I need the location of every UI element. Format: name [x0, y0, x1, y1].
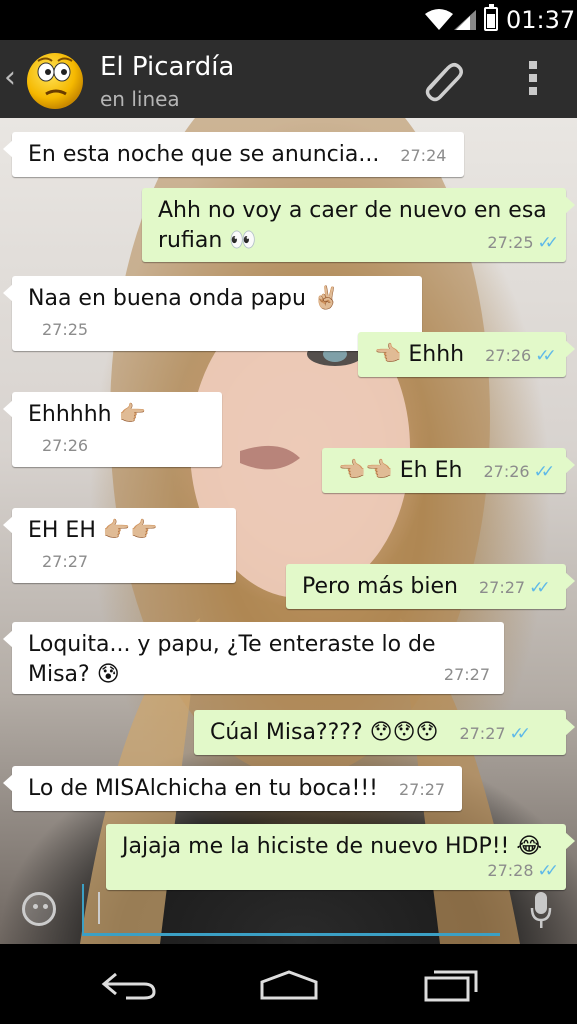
menu-dot [529, 87, 537, 95]
message-time: 27:27 [459, 724, 506, 743]
message-bubble-incoming[interactable]: En esta noche que se anuncia... 27:24 [3, 132, 464, 177]
back-icon[interactable] [100, 968, 158, 1002]
battery-icon [484, 4, 498, 31]
chat-area[interactable]: En esta noche que se anuncia... 27:24 Ah… [0, 118, 577, 944]
message-text: Ehhhhh 👉🏼 [28, 402, 147, 427]
read-receipt-icon: ✓✓ [535, 346, 556, 366]
read-receipt-icon: ✓✓ [537, 233, 559, 253]
menu-dot [529, 61, 537, 69]
menu-dot [529, 74, 537, 82]
paperclip-icon[interactable] [418, 54, 468, 104]
signal-icon [454, 10, 476, 30]
text-cursor [98, 892, 100, 924]
message-time: 27:26 [42, 436, 89, 455]
message-text: Cúal Misa???? 😯😯😯 [210, 720, 439, 745]
message-text: EH EH 👉🏼👉🏼 [28, 518, 158, 543]
back-chevron-icon[interactable]: ‹ [4, 60, 16, 95]
message-bubble-incoming[interactable]: Ehhhhh 👉🏼 27:26 [3, 392, 222, 467]
message-text: En esta noche que se anuncia... [28, 142, 380, 167]
contact-status: en linea [100, 87, 180, 111]
message-text: Naa en buena onda papu ✌🏼 [28, 286, 341, 311]
message-time: 27:27 [478, 578, 526, 597]
message-time: 27:26 [485, 346, 532, 365]
status-bar: 01:37 [0, 0, 577, 40]
message-time: 27:27 [443, 665, 490, 684]
avatar[interactable] [24, 48, 86, 110]
message-bubble-outgoing[interactable]: Cúal Misa???? 😯😯😯 27:27 ✓✓ [194, 710, 575, 755]
message-bubble-outgoing[interactable]: 👈🏼👈🏼 Eh Eh 27:26 ✓✓ [322, 448, 575, 493]
message-bubble-outgoing[interactable]: 👈🏼 Ehhh 27:26 ✓✓ [358, 332, 575, 377]
recents-icon[interactable] [422, 968, 480, 1002]
message-time: 27:27 [398, 780, 446, 799]
home-icon[interactable] [258, 968, 320, 1002]
read-receipt-icon: ✓✓ [533, 462, 555, 482]
message-input[interactable] [82, 884, 500, 936]
smiley-icon[interactable] [22, 892, 56, 926]
message-text: 👈🏼👈🏼 Eh Eh [338, 458, 463, 483]
chat-header: ‹ El Picardía en linea [0, 40, 577, 118]
message-text: Lo de MISAlchicha en tu boca!!! [28, 776, 378, 801]
message-text: 👈🏼 Ehhh [374, 342, 465, 367]
read-receipt-icon: ✓✓ [509, 724, 531, 744]
message-time: 27:27 [42, 552, 89, 571]
message-text: Loquita... y papu, ¿Te enteraste lo de M… [28, 632, 436, 687]
message-bubble-incoming[interactable]: EH EH 👉🏼👉🏼 27:27 [3, 508, 236, 583]
status-clock: 01:37 [506, 6, 576, 34]
overflow-menu-icon[interactable] [523, 58, 543, 102]
system-nav-bar [0, 946, 577, 1024]
microphone-icon[interactable] [530, 890, 552, 930]
message-bubble-incoming[interactable]: Loquita... y papu, ¿Te enteraste lo de M… [3, 622, 504, 694]
message-time: 27:24 [400, 146, 447, 165]
message-time: 27:25 [487, 233, 534, 252]
message-bubble-incoming[interactable]: Lo de MISAlchicha en tu boca!!! 27:27 [3, 766, 462, 811]
message-text: Pero más bien [302, 574, 458, 599]
wifi-icon [425, 9, 453, 30]
message-bubble-outgoing[interactable]: Pero más bien 27:27 ✓✓ [286, 564, 575, 609]
read-receipt-icon: ✓✓ [529, 578, 550, 598]
message-bubble-outgoing[interactable]: Ahh no voy a caer de nuevo en esa rufian… [142, 188, 575, 262]
message-composer [0, 870, 577, 946]
message-time: 27:25 [42, 320, 89, 339]
message-time: 27:26 [483, 462, 530, 481]
contact-name[interactable]: El Picardía [100, 52, 234, 82]
